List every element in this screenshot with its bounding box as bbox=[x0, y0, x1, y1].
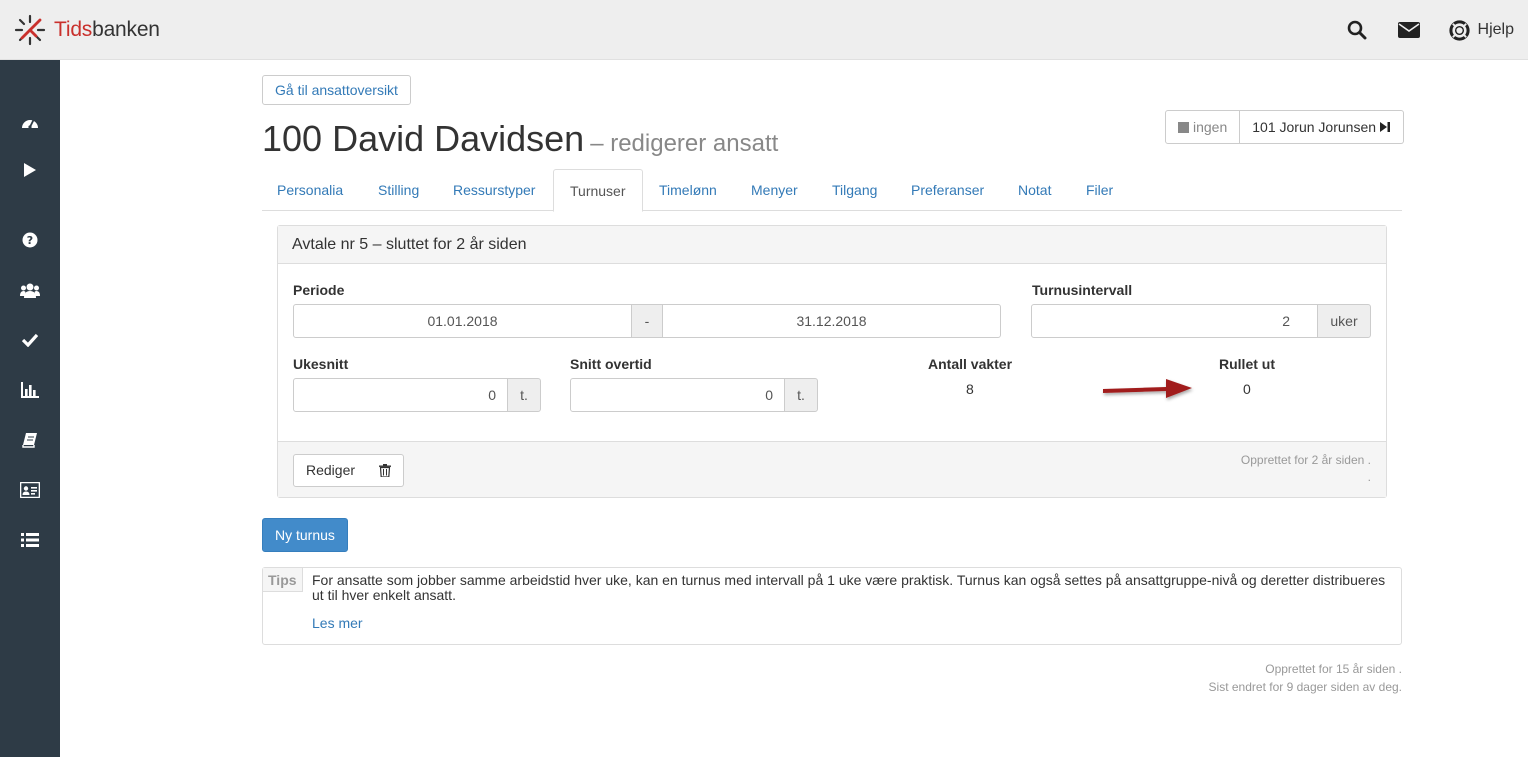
check-icon[interactable] bbox=[20, 330, 40, 350]
step-forward-icon bbox=[1380, 122, 1391, 132]
help-button[interactable]: Hjelp bbox=[1448, 19, 1514, 41]
agreement-created-text: Opprettet for 2 år siden . bbox=[1240, 453, 1371, 467]
periode-from-input[interactable]: 01.01.2018 bbox=[293, 304, 632, 338]
agreement-heading: Avtale nr 5 – sluttet for 2 år siden bbox=[278, 226, 1386, 264]
modified-meta: Sist endret for 9 dager siden av deg. bbox=[1208, 680, 1402, 694]
dashboard-icon[interactable] bbox=[20, 112, 40, 132]
snitt-overtid-label: Snitt overtid bbox=[570, 356, 652, 372]
employee-navigation: ingen 101 Jorun Jorunsen bbox=[1165, 110, 1405, 144]
logo[interactable]: Tidsbanken bbox=[14, 14, 160, 46]
agreement-created-dot: . bbox=[1367, 470, 1371, 484]
employee-name: 100 David Davidsen bbox=[262, 118, 585, 159]
page-footer-meta: Opprettet for 15 år siden . Sist endret … bbox=[1209, 660, 1402, 696]
arrow-icon bbox=[1103, 379, 1192, 398]
svg-text:?: ? bbox=[27, 234, 33, 247]
tab-filer[interactable]: Filer bbox=[1086, 169, 1113, 211]
page-subtitle: – redigerer ansatt bbox=[590, 130, 779, 157]
book-icon[interactable] bbox=[20, 430, 40, 450]
goto-employee-overview-button[interactable]: Gå til ansattoversikt bbox=[262, 75, 411, 105]
periode-to-input[interactable]: 31.12.2018 bbox=[662, 304, 1001, 338]
tips-box: Tips For ansatte som jobber samme arbeid… bbox=[262, 567, 1402, 645]
ukesnitt-unit: t. bbox=[507, 378, 541, 412]
envelope-icon[interactable] bbox=[1397, 18, 1421, 42]
page-title: 100 David Davidsen – redigerer ansatt bbox=[262, 118, 778, 160]
play-icon[interactable] bbox=[20, 160, 40, 180]
antall-vakter-value: 8 bbox=[966, 381, 974, 397]
logo-icon bbox=[14, 14, 46, 46]
ukesnitt-input[interactable]: 0 bbox=[293, 378, 508, 412]
antall-vakter-label: Antall vakter bbox=[928, 356, 1013, 372]
tab-timelonn[interactable]: Timelønn bbox=[659, 169, 717, 211]
turnusintervall-input[interactable]: 2 bbox=[1031, 304, 1318, 338]
ukesnitt-label: Ukesnitt bbox=[293, 356, 349, 372]
employee-tabs: Personalia Stilling Ressurstyper Turnuse… bbox=[262, 169, 1402, 212]
agreement-created-meta: Opprettet for 2 år siden . . bbox=[1241, 452, 1371, 486]
help-label: Hjelp bbox=[1477, 21, 1514, 38]
list-icon[interactable] bbox=[20, 530, 40, 550]
question-icon[interactable]: ? bbox=[20, 230, 40, 250]
created-meta: Opprettet for 15 år siden . bbox=[1265, 662, 1402, 676]
sidebar: ? bbox=[0, 60, 60, 757]
snitt-overtid-input[interactable]: 0 bbox=[570, 378, 785, 412]
trash-icon bbox=[379, 464, 391, 477]
tips-text: For ansatte som jobber samme arbeidstid … bbox=[312, 572, 1386, 603]
users-icon[interactable] bbox=[20, 280, 40, 300]
tab-stilling[interactable]: Stilling bbox=[378, 169, 419, 211]
next-employee-button[interactable]: 101 Jorun Jorunsen bbox=[1240, 110, 1405, 144]
periode-separator: - bbox=[631, 304, 663, 338]
logo-text: Tidsbanken bbox=[54, 18, 160, 41]
stop-icon bbox=[1178, 121, 1189, 133]
tab-notat[interactable]: Notat bbox=[1018, 169, 1051, 211]
search-icon[interactable] bbox=[1345, 18, 1369, 42]
tab-turnuser[interactable]: Turnuser bbox=[553, 169, 643, 212]
top-actions: Hjelp bbox=[1317, 18, 1514, 42]
tips-label: Tips bbox=[263, 568, 303, 592]
tab-ressurstyper[interactable]: Ressurstyper bbox=[453, 169, 535, 211]
tab-tilgang[interactable]: Tilgang bbox=[832, 169, 877, 211]
delete-button[interactable] bbox=[367, 454, 404, 487]
top-bar: Tidsbanken Hjelp bbox=[0, 0, 1528, 60]
read-more-link[interactable]: Les mer bbox=[312, 615, 363, 631]
new-turnus-button[interactable]: Ny turnus bbox=[262, 518, 348, 552]
edit-button[interactable]: Rediger bbox=[293, 454, 369, 487]
agreement-footer: Rediger Opprettet for 2 år siden . . bbox=[278, 441, 1386, 497]
periode-label: Periode bbox=[293, 282, 345, 298]
rullet-ut-value: 0 bbox=[1243, 381, 1251, 397]
lifebuoy-icon bbox=[1448, 19, 1470, 41]
tab-personalia[interactable]: Personalia bbox=[277, 169, 343, 211]
turnusintervall-label: Turnusintervall bbox=[1032, 282, 1133, 298]
rullet-ut-label: Rullet ut bbox=[1219, 356, 1275, 372]
snitt-overtid-unit: t. bbox=[784, 378, 818, 412]
next-employee-label: 101 Jorun Jorunsen bbox=[1252, 119, 1377, 135]
previous-employee-button[interactable]: ingen bbox=[1165, 110, 1241, 144]
bar-chart-icon[interactable] bbox=[20, 380, 40, 400]
turnusintervall-unit: uker bbox=[1317, 304, 1371, 338]
id-card-icon[interactable] bbox=[20, 480, 40, 500]
previous-employee-label: ingen bbox=[1193, 119, 1228, 135]
agreement-panel: Avtale nr 5 – sluttet for 2 år siden Per… bbox=[277, 225, 1387, 498]
tab-menyer[interactable]: Menyer bbox=[751, 169, 798, 211]
tab-preferanser[interactable]: Preferanser bbox=[911, 169, 984, 211]
